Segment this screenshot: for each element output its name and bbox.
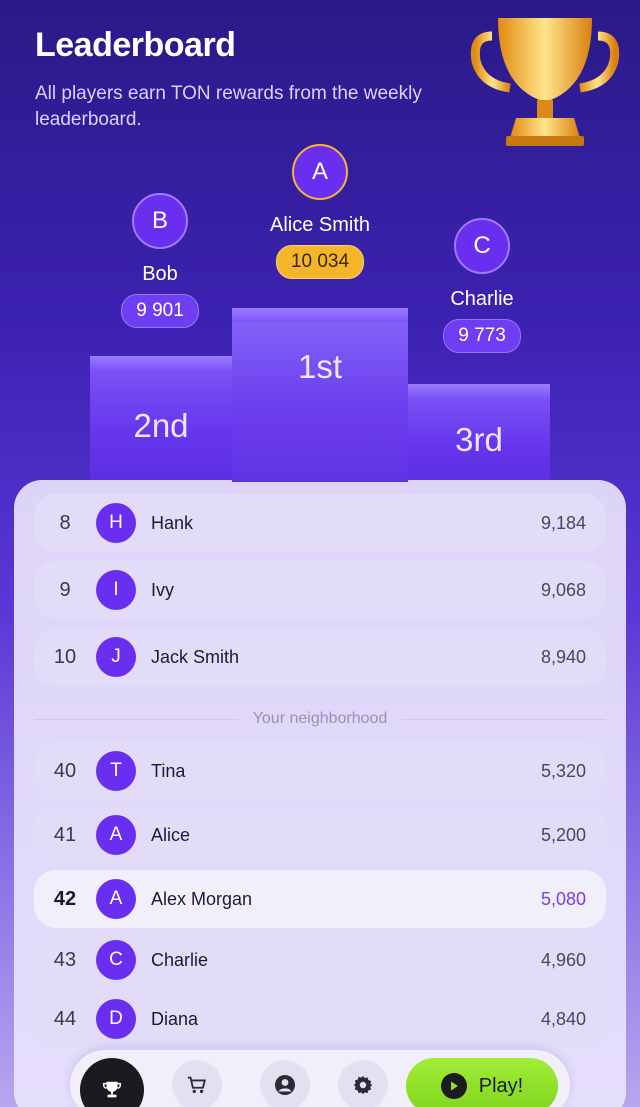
player-name: Alice Smith bbox=[269, 214, 371, 236]
avatar: H bbox=[96, 503, 136, 543]
player-score: 4,960 bbox=[540, 949, 586, 970]
player-name: Ivy bbox=[151, 579, 175, 600]
list-item[interactable]: 9 I Ivy 9,068 bbox=[34, 561, 606, 619]
player-score: 5,200 bbox=[540, 824, 586, 845]
gear-icon bbox=[353, 1075, 373, 1095]
podium-player-second[interactable]: B Bob 9 901 bbox=[110, 193, 210, 328]
podium-label: 2nd bbox=[133, 407, 189, 444]
avatar: B bbox=[132, 193, 188, 249]
page-subtitle: All players earn TON rewards from the we… bbox=[35, 83, 422, 130]
player-name: Diana bbox=[151, 1008, 199, 1029]
player-score: 4,840 bbox=[540, 1008, 586, 1029]
play-label: Play! bbox=[478, 1074, 524, 1097]
podium-third-block: 3rd bbox=[408, 384, 550, 482]
avatar: A bbox=[96, 815, 136, 855]
avatar: J bbox=[96, 637, 136, 677]
avatar: A bbox=[96, 879, 136, 919]
podium-player-third[interactable]: C Charlie 9 773 bbox=[427, 218, 537, 353]
profile-icon bbox=[275, 1075, 295, 1095]
avatar: C bbox=[454, 218, 510, 274]
player-score: 5,080 bbox=[540, 888, 586, 909]
header: Leaderboard All players earn TON rewards… bbox=[35, 26, 455, 133]
list-item[interactable]: 41 A Alice 5,200 bbox=[34, 806, 606, 864]
rank-number: 40 bbox=[53, 759, 77, 782]
rank-number: 43 bbox=[53, 948, 77, 971]
list-item[interactable]: 8 H Hank 9,184 bbox=[34, 494, 606, 552]
page-title: Leaderboard bbox=[35, 26, 236, 64]
podium-label: 3rd bbox=[455, 421, 503, 458]
bottom-nav: Play! bbox=[70, 1050, 570, 1107]
player-name: Hank bbox=[151, 512, 194, 533]
player-name: Bob bbox=[142, 263, 178, 285]
list-item[interactable]: 44 D Diana 4,840 bbox=[34, 990, 606, 1048]
avatar: A bbox=[292, 144, 348, 200]
player-name: Alex Morgan bbox=[151, 888, 253, 909]
rank-number: 44 bbox=[53, 1007, 77, 1030]
rank-number: 42 bbox=[53, 887, 77, 910]
nav-shop-button[interactable] bbox=[172, 1060, 222, 1107]
list-item[interactable]: 43 C Charlie 4,960 bbox=[34, 931, 606, 989]
score-badge: 10 034 bbox=[275, 245, 365, 279]
podium-second-block: 2nd bbox=[90, 356, 232, 482]
player-score: 5,320 bbox=[540, 760, 586, 781]
rank-number: 9 bbox=[59, 578, 71, 601]
score-badge: 9 773 bbox=[443, 319, 521, 353]
player-name: Alice bbox=[151, 824, 191, 845]
rank-number: 8 bbox=[59, 511, 71, 534]
avatar: T bbox=[96, 751, 136, 791]
player-score: 9,184 bbox=[540, 512, 586, 533]
play-icon bbox=[440, 1073, 467, 1099]
nav-leaderboard-button[interactable] bbox=[80, 1058, 144, 1107]
player-score: 9,068 bbox=[540, 579, 586, 600]
list-item[interactable]: 40 T Tina 5,320 bbox=[34, 742, 606, 800]
player-name: Jack Smith bbox=[151, 646, 240, 667]
nav-profile-button[interactable] bbox=[260, 1060, 310, 1107]
player-name: Charlie bbox=[151, 949, 209, 970]
rank-number: 41 bbox=[53, 823, 77, 846]
podium-player-first[interactable]: A Alice Smith 10 034 bbox=[250, 144, 390, 279]
score-badge: 9 901 bbox=[121, 294, 199, 328]
avatar: D bbox=[96, 999, 136, 1039]
player-name: Charlie bbox=[450, 288, 514, 310]
play-button[interactable]: Play! bbox=[406, 1058, 558, 1107]
neighborhood-label: Your neighborhood bbox=[252, 710, 388, 727]
nav-settings-button[interactable] bbox=[338, 1060, 388, 1107]
podium-label: 1st bbox=[297, 348, 343, 385]
current-user-row[interactable]: 42 A Alex Morgan 5,080 bbox=[34, 870, 606, 928]
list-item[interactable]: 10 J Jack Smith 8,940 bbox=[34, 628, 606, 686]
cart-icon bbox=[187, 1076, 206, 1094]
avatar: I bbox=[96, 570, 136, 610]
rank-number: 10 bbox=[53, 645, 77, 668]
podium-first-block: 1st bbox=[232, 308, 408, 482]
player-name: Tina bbox=[151, 760, 186, 781]
player-score: 8,940 bbox=[540, 646, 586, 667]
trophy-icon bbox=[103, 1081, 121, 1098]
trophy-illustration-icon bbox=[470, 18, 620, 146]
neighborhood-divider: Your neighborhood bbox=[34, 706, 607, 732]
avatar: C bbox=[96, 940, 136, 980]
